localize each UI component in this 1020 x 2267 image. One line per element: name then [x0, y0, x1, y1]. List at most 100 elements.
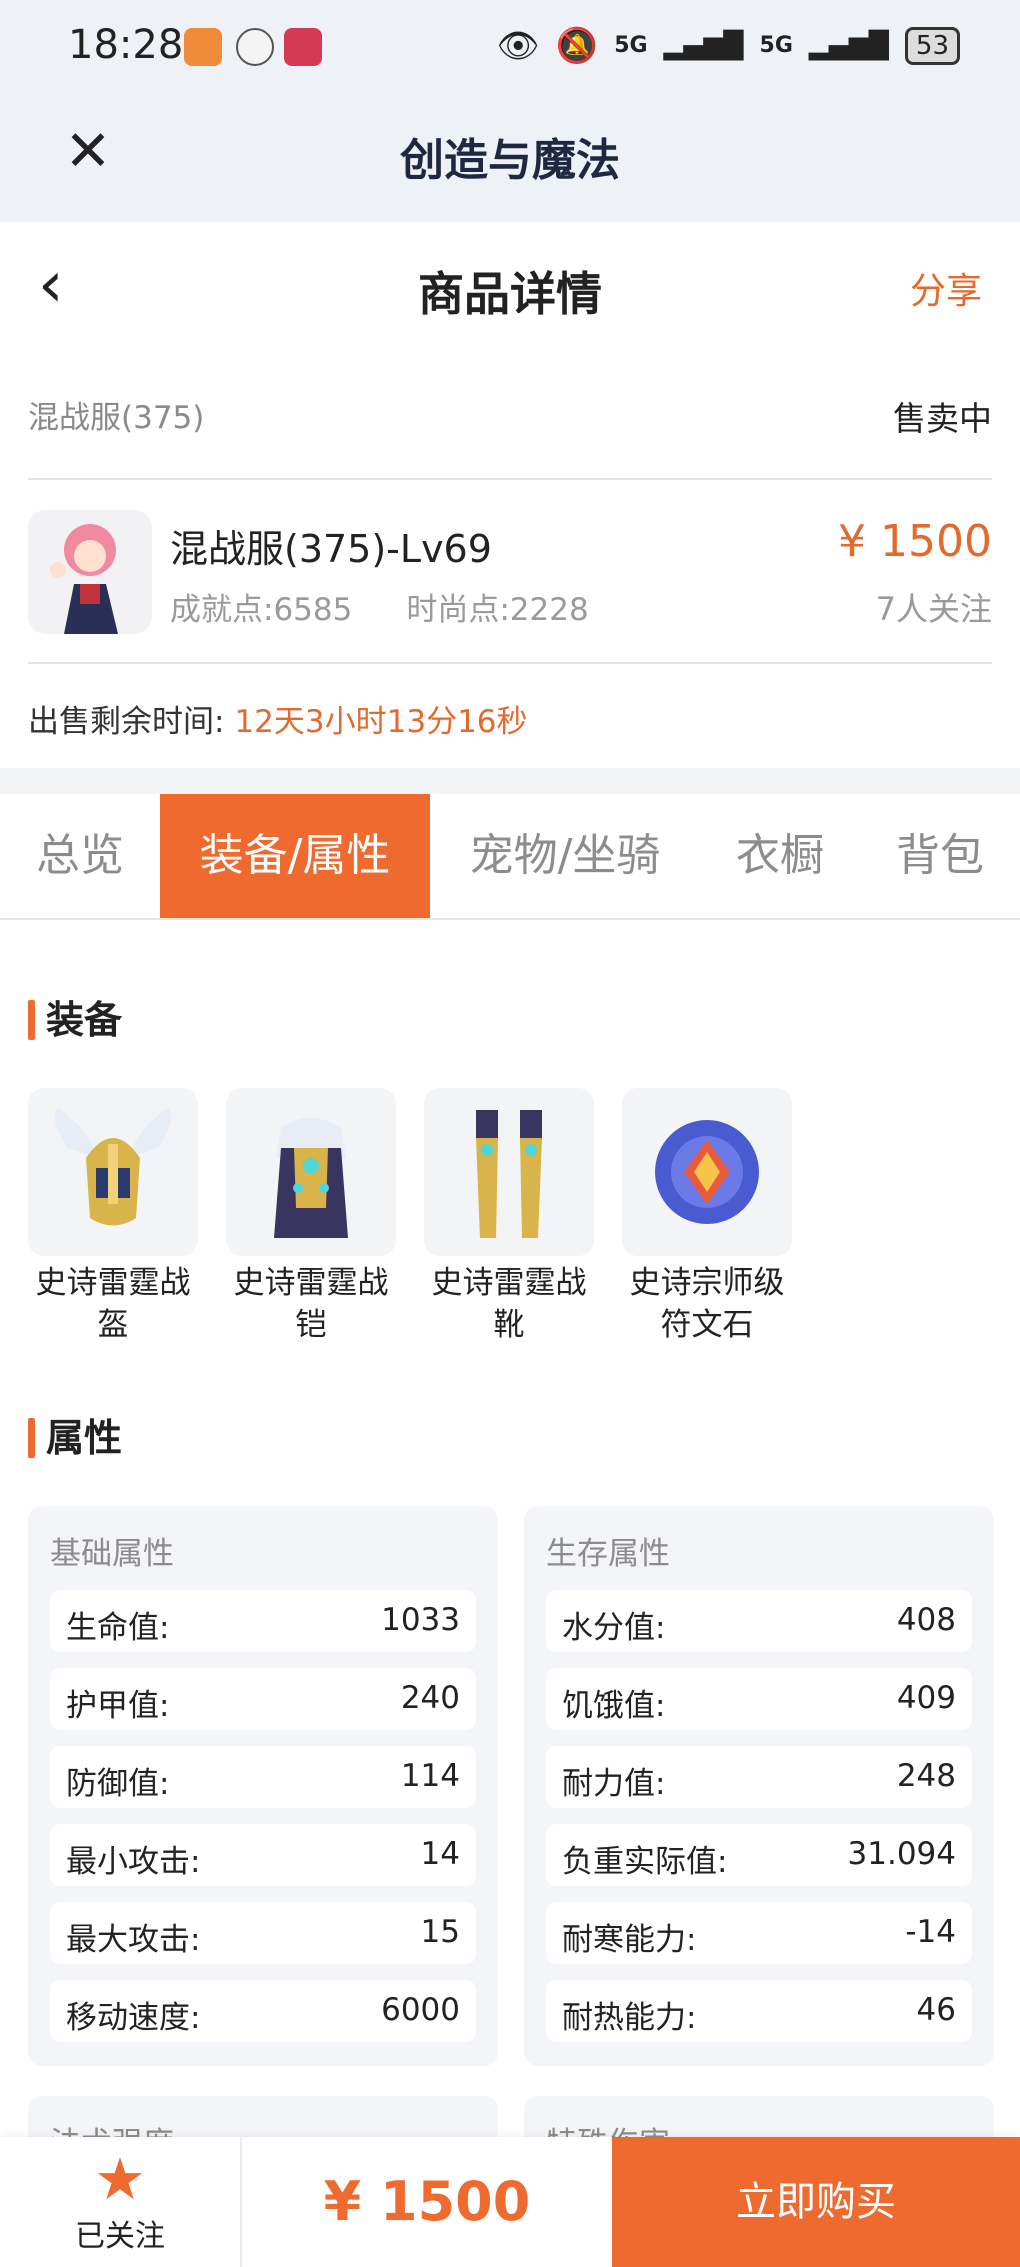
- tab-wardrobe[interactable]: 衣橱: [700, 794, 860, 918]
- bottom-action-bar: ★ 已关注 ¥ 1500 立即购买: [0, 2137, 1020, 2267]
- network-5g-icon: 5G: [759, 33, 793, 58]
- boots-icon: [424, 1088, 594, 1256]
- equipment-item[interactable]: 史诗雷霆战铠: [226, 1088, 396, 1346]
- fashion-points: 时尚点:2228: [406, 592, 589, 628]
- app-notification-icon: [184, 28, 222, 66]
- attribute-row: 移动速度: 6000: [50, 1980, 476, 2042]
- basic-attributes-card: 基础属性 生命值: 1033 护甲值: 240 防御值: 114 最小攻击: 14 最大…: [28, 1506, 498, 2066]
- page-header: ‹ 商品详情 分享: [0, 222, 1020, 350]
- status-bar: 18:28 👁 🔕 5G ▂▄▆█ 5G ▂▄▆█ 53: [0, 0, 1020, 96]
- item-name: 混战服(375)-Lv69: [170, 527, 492, 571]
- attribute-label: 饥饿值:: [562, 1688, 666, 1724]
- status-time: 18:28: [68, 22, 184, 68]
- item-price: ¥ 1500: [838, 516, 992, 567]
- attribute-value: 31.094: [847, 1836, 956, 1872]
- attribute-value: 6000: [381, 1992, 460, 2028]
- attribute-row: 耐力值: 248: [546, 1746, 972, 1808]
- app-title: 创造与魔法: [400, 135, 620, 186]
- attribute-label: 护甲值:: [66, 1688, 170, 1724]
- attribute-row: 负重实际值: 31.094: [546, 1824, 972, 1886]
- survival-attributes-card: 生存属性 水分值: 408 饥饿值: 409 耐力值: 248 负重实际值: 31.09…: [524, 1506, 994, 2066]
- equipment-item-name: 史诗宗师级符文石: [629, 1265, 785, 1343]
- equipment-item[interactable]: 史诗雷霆战盔: [28, 1088, 198, 1346]
- attribute-label: 耐热能力:: [562, 2000, 697, 2036]
- attributes-section-title: 属性: [28, 1414, 122, 1462]
- attribute-row: 防御值: 114: [50, 1746, 476, 1808]
- attribute-label: 最小攻击:: [66, 1844, 201, 1880]
- equipment-item-name: 史诗雷霆战盔: [35, 1265, 191, 1343]
- remaining-time-label: 出售剩余时间:: [28, 704, 225, 740]
- attribute-row: 最小攻击: 14: [50, 1824, 476, 1886]
- attribute-value: 409: [896, 1680, 956, 1716]
- equipment-item-name: 史诗雷霆战铠: [233, 1265, 389, 1343]
- tab-equipment-attributes[interactable]: 装备/属性: [160, 794, 430, 918]
- attribute-row: 耐寒能力: -14: [546, 1902, 972, 1964]
- buy-now-button[interactable]: 立即购买: [612, 2137, 1020, 2267]
- attribute-value: 14: [420, 1836, 460, 1872]
- card-title: 生存属性: [546, 1536, 670, 1572]
- attribute-value: -14: [905, 1914, 956, 1950]
- card-title: 基础属性: [50, 1536, 174, 1572]
- helmet-icon: [28, 1088, 198, 1256]
- attribute-value: 248: [896, 1758, 956, 1794]
- attribute-row: 生命值: 1033: [50, 1590, 476, 1652]
- attribute-row: 最大攻击: 15: [50, 1902, 476, 1964]
- attribute-label: 负重实际值:: [562, 1844, 728, 1880]
- watcher-count: 7人关注: [875, 590, 992, 628]
- follow-button[interactable]: ★ 已关注: [0, 2137, 242, 2267]
- attribute-row: 饥饿值: 409: [546, 1668, 972, 1730]
- eye-icon: 👁: [496, 26, 540, 66]
- equipment-item[interactable]: 史诗宗师级符文石: [622, 1088, 792, 1346]
- section-gap: [0, 768, 1020, 794]
- listing-item[interactable]: 混战服(375)-Lv69 成就点:6585 时尚点:2228 ¥ 1500 7人…: [28, 500, 992, 650]
- attribute-row: 耐热能力: 46: [546, 1980, 972, 2042]
- attribute-value: 408: [896, 1602, 956, 1638]
- attribute-label: 防御值:: [66, 1766, 170, 1802]
- attribute-row: 护甲值: 240: [50, 1668, 476, 1730]
- star-icon: ★: [94, 2145, 146, 2213]
- divider: [28, 662, 992, 664]
- attribute-value: 240: [400, 1680, 460, 1716]
- server-row: 混战服(375) 售卖中: [28, 380, 992, 450]
- video-app-icon: [284, 28, 322, 66]
- remaining-time: 出售剩余时间: 12天3小时13分16秒: [28, 696, 528, 741]
- tab-overview[interactable]: 总览: [0, 794, 160, 918]
- signal-icon: ▂▄▆█: [663, 31, 744, 61]
- signal-icon: ▂▄▆█: [808, 31, 889, 61]
- page-title: 商品详情: [418, 267, 602, 321]
- tab-backpack[interactable]: 背包: [860, 794, 1020, 918]
- sale-status: 售卖中: [893, 399, 992, 438]
- armor-icon: [226, 1088, 396, 1256]
- divider: [28, 478, 992, 480]
- attribute-label: 生命值:: [66, 1610, 170, 1646]
- bottom-price: ¥ 1500: [323, 2170, 531, 2233]
- rune-stone-icon: [622, 1088, 792, 1256]
- network-5g-icon: 5G: [614, 33, 648, 58]
- attribute-label: 耐寒能力:: [562, 1922, 697, 1958]
- server-name: 混战服(375): [28, 400, 205, 436]
- attribute-value: 46: [916, 1992, 956, 2028]
- character-avatar: [28, 510, 152, 634]
- achievement-points: 成就点:6585: [170, 592, 353, 628]
- attribute-label: 移动速度:: [66, 2000, 201, 2036]
- attribute-label: 耐力值:: [562, 1766, 666, 1802]
- tab-pets-mounts[interactable]: 宠物/坐骑: [430, 794, 700, 918]
- attribute-value: 114: [400, 1758, 460, 1794]
- app-notification-icon: [236, 28, 274, 66]
- attribute-value: 15: [420, 1914, 460, 1950]
- attribute-row: 水分值: 408: [546, 1590, 972, 1652]
- attribute-label: 水分值:: [562, 1610, 666, 1646]
- equipment-item-name: 史诗雷霆战靴: [431, 1265, 587, 1343]
- app-bar: ✕ 创造与魔法: [0, 96, 1020, 222]
- item-stats: 成就点:6585 时尚点:2228: [170, 584, 643, 629]
- equipment-item[interactable]: 史诗雷霆战靴: [424, 1088, 594, 1346]
- share-button[interactable]: 分享: [910, 262, 982, 314]
- mute-bell-icon: 🔕: [555, 26, 599, 66]
- attribute-label: 最大攻击:: [66, 1922, 201, 1958]
- follow-label: 已关注: [75, 2219, 165, 2254]
- equipment-section-title: 装备: [28, 996, 122, 1044]
- remaining-time-value: 12天3小时13分16秒: [234, 704, 528, 740]
- tab-bar: 总览 装备/属性 宠物/坐骑 衣橱 背包: [0, 794, 1020, 920]
- battery-icon: 53: [904, 27, 960, 65]
- attribute-value: 1033: [381, 1602, 460, 1638]
